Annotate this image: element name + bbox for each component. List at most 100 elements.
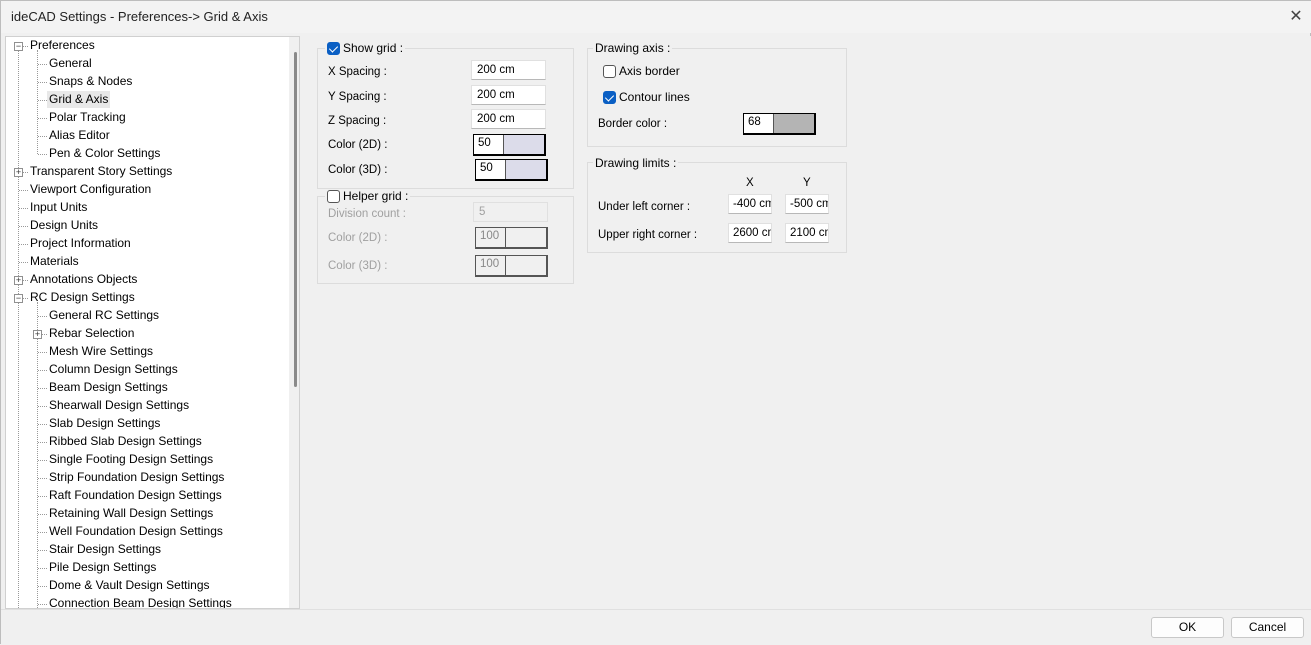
tree-item[interactable]: Single Footing Design Settings <box>47 451 215 468</box>
tree-item[interactable]: Transparent Story Settings <box>28 163 174 180</box>
tree-item[interactable]: Viewport Configuration <box>28 181 153 198</box>
tree-item[interactable]: Pen & Color Settings <box>47 145 162 162</box>
contour-lines-checkbox[interactable]: Contour lines <box>601 90 692 104</box>
checkbox-icon[interactable] <box>603 90 616 104</box>
grid-color-2d-picker[interactable]: 50 <box>473 134 546 156</box>
tree-item[interactable]: Preferences <box>28 37 97 54</box>
tree-connector <box>38 442 47 443</box>
checkbox-icon[interactable] <box>603 64 616 78</box>
color-swatch <box>506 160 546 179</box>
tree-item[interactable]: Strip Foundation Design Settings <box>47 469 226 486</box>
expand-icon[interactable]: + <box>14 168 23 177</box>
tree-item[interactable]: Raft Foundation Design Settings <box>47 487 224 504</box>
tree-item[interactable]: Pile Design Settings <box>47 559 158 576</box>
tree-item[interactable]: Input Units <box>28 199 89 216</box>
tree-item[interactable]: Rebar Selection <box>47 325 136 342</box>
border-color-picker[interactable]: 68 <box>743 113 816 135</box>
tree-connector <box>38 388 47 389</box>
tree-connector <box>38 316 47 317</box>
settings-tree: − Preferences General Snaps & Nodes Grid & A… <box>5 36 300 609</box>
tree-item[interactable]: Slab Design Settings <box>47 415 162 432</box>
grid-axis-panel: Show grid : X Spacing : 200 cm Y Spacing… <box>303 36 1311 609</box>
tree-connector <box>38 604 47 605</box>
tree-item[interactable]: Polar Tracking <box>47 109 128 126</box>
tree-connector <box>38 532 47 533</box>
tree-item[interactable]: Connection Beam Design Settings <box>47 595 234 608</box>
tree-connector <box>38 478 47 479</box>
close-icon[interactable]: ✕ <box>1285 6 1307 28</box>
axis-border-label: Axis border <box>619 64 680 78</box>
tree-item[interactable]: Ribbed Slab Design Settings <box>47 433 204 450</box>
tree-item[interactable]: Alias Editor <box>47 127 112 144</box>
show-grid-label: Show grid : <box>343 41 404 55</box>
tree-guide-line <box>37 302 38 608</box>
y-spacing-label: Y Spacing : <box>328 91 387 103</box>
tree-item[interactable]: Snaps & Nodes <box>47 73 134 90</box>
tree-item[interactable]: Annotations Objects <box>28 271 139 288</box>
division-count-input[interactable]: 5 <box>473 202 548 222</box>
tree-item[interactable]: General RC Settings <box>47 307 161 324</box>
x-column-header: X <box>746 177 754 189</box>
collapse-icon[interactable]: − <box>14 42 23 51</box>
cancel-button[interactable]: Cancel <box>1231 617 1304 638</box>
under-left-x-input[interactable]: -400 cm <box>728 194 772 214</box>
tree-item[interactable]: RC Design Settings <box>28 289 137 306</box>
tree-item[interactable]: Design Units <box>28 217 100 234</box>
under-left-corner-label: Under left corner : <box>598 201 691 213</box>
tree-item[interactable]: Mesh Wire Settings <box>47 343 155 360</box>
y-column-header: Y <box>803 177 811 189</box>
color-swatch <box>506 228 546 247</box>
tree-item[interactable]: Retaining Wall Design Settings <box>47 505 215 522</box>
under-left-y-input[interactable]: -500 cm <box>785 194 829 214</box>
tree-connector <box>38 568 47 569</box>
y-spacing-input[interactable]: 200 cm <box>471 85 546 105</box>
grid-color-3d-picker[interactable]: 50 <box>475 159 548 181</box>
scrollbar-thumb[interactable] <box>294 52 297 387</box>
tree-connector <box>38 154 47 155</box>
x-spacing-input[interactable]: 200 cm <box>471 60 546 80</box>
helper-grid-label: Helper grid : <box>343 189 409 203</box>
checkbox-icon[interactable] <box>327 41 340 55</box>
tree-item[interactable]: Materials <box>28 253 81 270</box>
tree-item[interactable]: Beam Design Settings <box>47 379 170 396</box>
tree-scrollbar[interactable] <box>289 37 299 608</box>
helper-color-2d-picker[interactable]: 100 <box>475 227 548 249</box>
tree-item[interactable]: Stair Design Settings <box>47 541 163 558</box>
tree-connector <box>38 118 47 119</box>
tree-item[interactable]: General <box>47 55 94 72</box>
upper-right-y-input[interactable]: 2100 cm <box>785 223 829 243</box>
tree-connector <box>38 586 47 587</box>
tree-connector <box>38 352 47 353</box>
expand-icon[interactable]: + <box>33 330 42 339</box>
z-spacing-input[interactable]: 200 cm <box>471 109 546 129</box>
tree-item[interactable]: Well Foundation Design Settings <box>47 523 225 540</box>
tree-item[interactable]: Grid & Axis <box>47 91 111 108</box>
tree-item[interactable]: Column Design Settings <box>47 361 180 378</box>
helper-grid-checkbox[interactable]: Helper grid : <box>325 189 411 203</box>
ok-button[interactable]: OK <box>1151 617 1224 638</box>
tree-connector <box>38 136 47 137</box>
tree-connector <box>38 550 47 551</box>
drawing-axis-label: Drawing axis : <box>593 41 673 55</box>
checkbox-icon[interactable] <box>327 189 340 203</box>
tree-connector <box>19 226 28 227</box>
tree-connector <box>19 190 28 191</box>
show-grid-checkbox[interactable]: Show grid : <box>325 41 406 55</box>
grid-color-2d-label: Color (2D) : <box>328 139 388 151</box>
tree-connector <box>38 370 47 371</box>
tree-connector <box>38 424 47 425</box>
tree-item[interactable]: Project Information <box>28 235 133 252</box>
grid-color-3d-label: Color (3D) : <box>328 164 388 176</box>
color-swatch <box>504 135 544 154</box>
axis-border-checkbox[interactable]: Axis border <box>601 64 682 78</box>
color-index: 68 <box>744 114 774 133</box>
tree-connector <box>38 100 47 101</box>
tree-item[interactable]: Dome & Vault Design Settings <box>47 577 212 594</box>
color-index: 100 <box>476 256 506 275</box>
tree-connector <box>38 82 47 83</box>
collapse-icon[interactable]: − <box>14 294 23 303</box>
tree-item[interactable]: Shearwall Design Settings <box>47 397 191 414</box>
expand-icon[interactable]: + <box>14 276 23 285</box>
helper-color-3d-picker[interactable]: 100 <box>475 255 548 277</box>
upper-right-x-input[interactable]: 2600 cm <box>728 223 772 243</box>
